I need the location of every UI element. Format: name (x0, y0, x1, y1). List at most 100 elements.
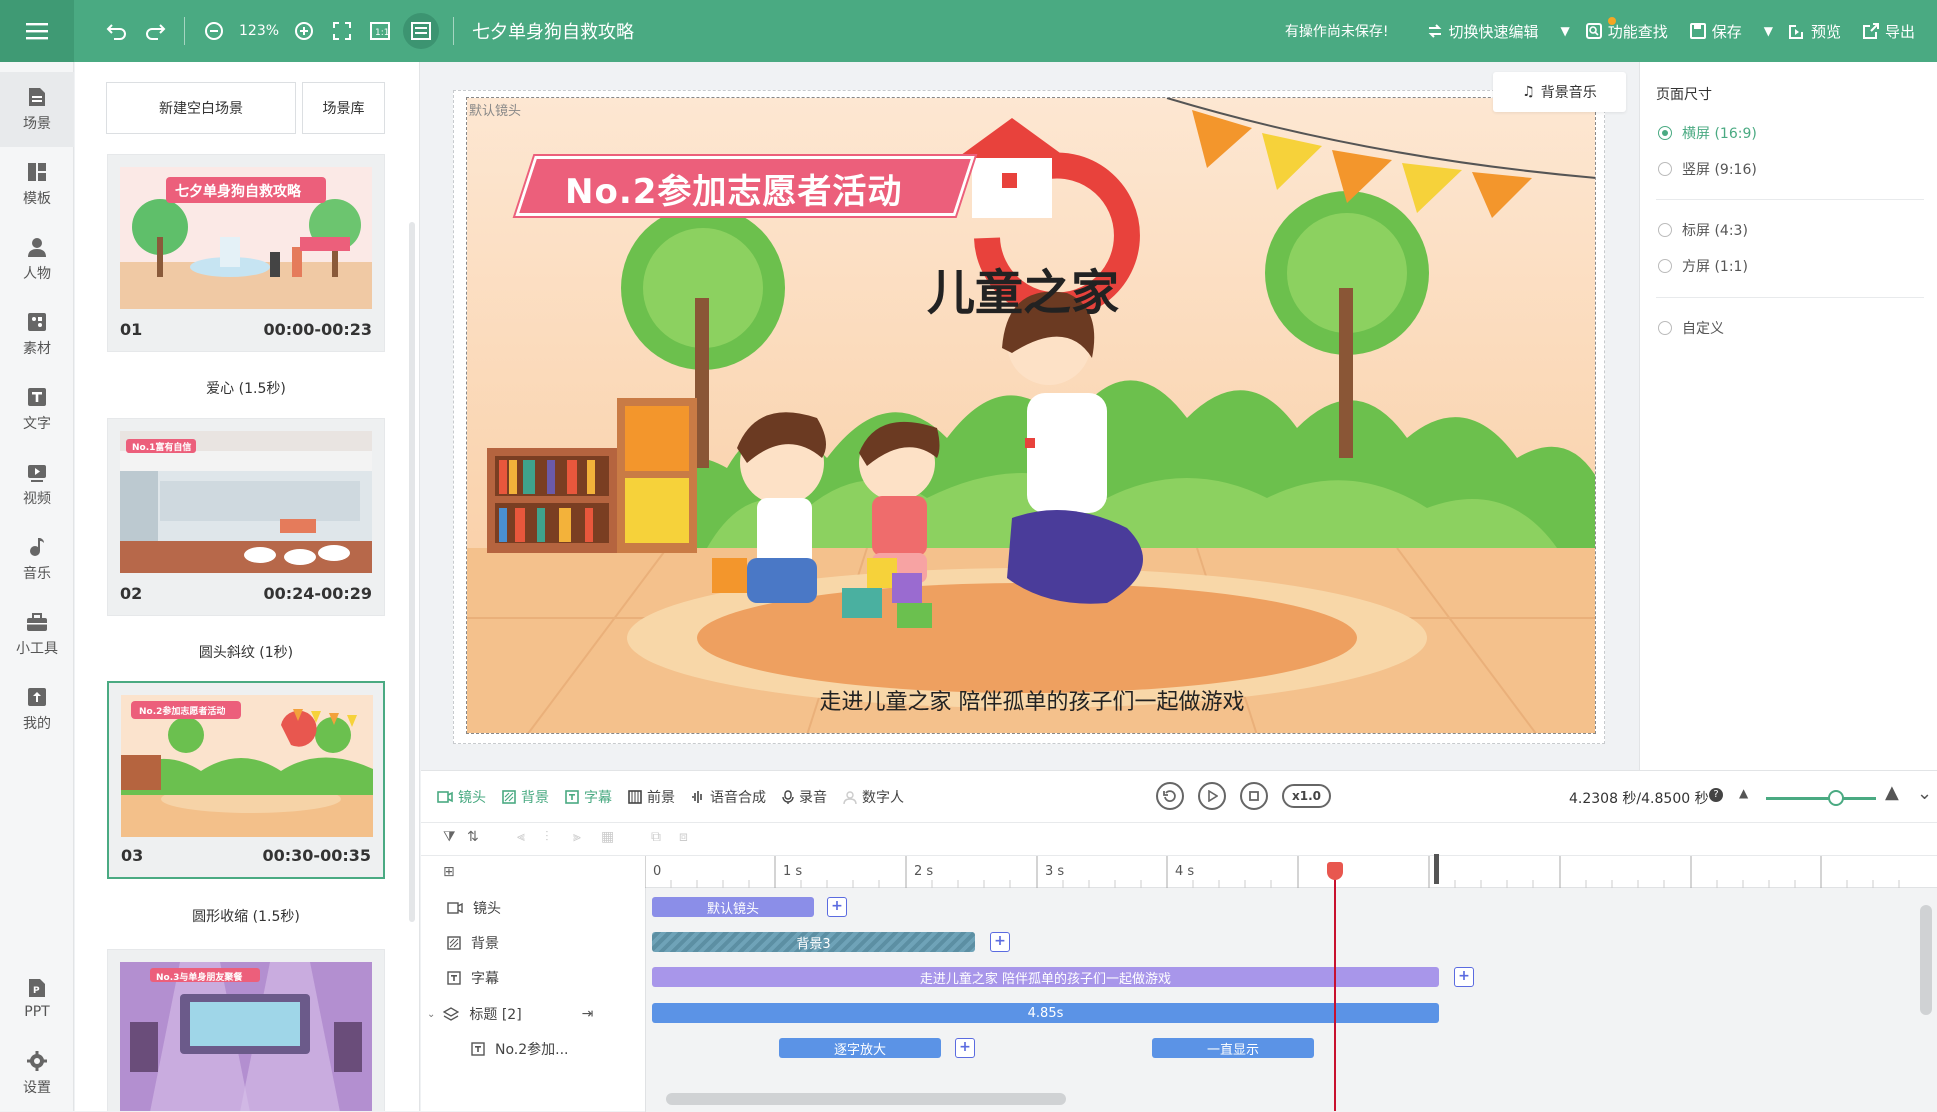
track-label-subtitle[interactable]: 字幕 (447, 968, 499, 988)
switch-edit-button[interactable]: 切换快速编辑 (1428, 21, 1538, 42)
mountain-large-icon[interactable]: ▲ (1885, 782, 1899, 803)
radio-square[interactable]: 方屏 (1:1) (1658, 256, 1748, 276)
distribute-icon[interactable]: ▦ (601, 829, 614, 845)
clip-always-show[interactable]: 一直显示 (1152, 1038, 1314, 1058)
filter-icon[interactable]: ⧩ (443, 829, 456, 845)
actual-size-icon[interactable]: 1:1 (365, 16, 395, 46)
layout-icon[interactable] (403, 13, 440, 49)
timeline-vertical-scrollbar[interactable] (1920, 905, 1932, 1015)
scene-card[interactable]: No.1富有自信 02 00:24-00:29 (107, 418, 385, 616)
background-music-button[interactable]: ♫ 背景音乐 (1493, 72, 1626, 112)
tab-tts[interactable]: 语音合成 (691, 787, 766, 807)
sort-icon[interactable]: ⇅ (467, 829, 479, 845)
radio-custom[interactable]: 自定义 (1658, 318, 1724, 338)
feature-search-button[interactable]: 功能查找 (1585, 16, 1668, 42)
scene-transition[interactable]: 圆头斜纹 (1秒) (107, 642, 385, 662)
nav-material[interactable]: 素材 (0, 297, 74, 372)
radio-standard[interactable]: 标屏 (4:3) (1658, 220, 1748, 240)
group-icon[interactable]: ⧉ (651, 829, 661, 845)
chevron-down-icon[interactable]: ⌄ (427, 1009, 435, 1020)
zoom-out-icon[interactable] (199, 16, 229, 46)
menu-icon[interactable] (0, 0, 74, 62)
scene-card[interactable]: No.3与单身朋友聚餐 (107, 949, 385, 1111)
clip-subtitle[interactable]: 走进儿童之家 陪伴孤单的孩子们一起做游戏 (652, 967, 1439, 987)
nav-mine[interactable]: 我的 (0, 672, 74, 747)
nav-text[interactable]: 文字 (0, 372, 74, 447)
document-title[interactable]: 七夕单身狗自救攻略 (472, 18, 634, 44)
add-effect-button[interactable]: + (955, 1038, 975, 1058)
help-icon[interactable]: ? (1709, 788, 1723, 802)
nav-ppt[interactable]: P PPT (0, 961, 74, 1036)
tab-lens[interactable]: 镜头 (437, 787, 486, 807)
scene-transition[interactable]: 爱心 (1.5秒) (107, 378, 385, 398)
redo-icon[interactable] (140, 16, 170, 46)
tab-subtitle[interactable]: 字幕 (565, 787, 612, 807)
save-button[interactable]: 保存 (1689, 21, 1742, 42)
zoom-in-icon[interactable] (289, 16, 319, 46)
add-background-button[interactable]: + (990, 932, 1010, 952)
scene-card[interactable]: 七夕单身狗自救攻略 01 00:00-00:23 (107, 154, 385, 352)
radio-button[interactable] (1658, 126, 1672, 140)
zoom-slider-knob[interactable] (1828, 790, 1844, 806)
align-left-icon[interactable]: ⫷ (517, 829, 525, 845)
nav-scene[interactable]: 场景 (0, 72, 74, 147)
time-ruler[interactable]: 0 1 s 2 s 3 s 4 s (645, 856, 1937, 888)
timeline-horizontal-scrollbar[interactable] (666, 1093, 1066, 1105)
track-label-lens[interactable]: 镜头 (447, 898, 501, 918)
scene-card-active[interactable]: No.2参加志愿者活动 03 00:30-00:35 (107, 681, 385, 879)
nav-person[interactable]: 人物 (0, 222, 74, 297)
align-right-icon[interactable]: ⫸ (573, 829, 581, 845)
mountain-small-icon[interactable]: ▲ (1739, 786, 1748, 800)
radio-portrait[interactable]: 竖屏 (9:16) (1658, 159, 1757, 179)
radio-button[interactable] (1658, 321, 1672, 335)
collapse-icon[interactable]: ⌄ (1917, 783, 1932, 804)
nav-video[interactable]: 视频 (0, 447, 74, 522)
play-icon[interactable] (1198, 782, 1226, 810)
playback-speed[interactable]: x1.0 (1282, 784, 1331, 808)
track-area[interactable]: 默认镜头 + 背景3 + 走进儿童之家 陪伴孤单的孩子们一起做游戏 + 4.85… (645, 888, 1937, 1112)
track-label-background[interactable]: 背景 (447, 933, 499, 953)
subtitle-text[interactable]: 走进儿童之家 陪伴孤单的孩子们一起做游戏 (467, 684, 1595, 716)
tab-digital-human[interactable]: 数字人 (843, 787, 904, 807)
radio-button[interactable] (1658, 162, 1672, 176)
radio-landscape[interactable]: 横屏 (16:9) (1658, 123, 1757, 143)
track-label-title-item[interactable]: No.2参加... (471, 1039, 569, 1059)
stop-icon[interactable] (1240, 782, 1268, 810)
exit-group-icon[interactable]: ⇥ (582, 1006, 594, 1022)
nav-settings[interactable]: 设置 (0, 1036, 74, 1111)
track-label-title-group[interactable]: ⌄ 标题 [2] ⇥ (427, 1004, 593, 1024)
fit-screen-icon[interactable] (327, 16, 357, 46)
clip-title-group[interactable]: 4.85s (652, 1003, 1439, 1023)
playhead[interactable] (1334, 862, 1336, 1111)
preview-button[interactable]: 预览 (1788, 21, 1841, 42)
scene-scrollbar[interactable] (409, 222, 415, 922)
clip-lens[interactable]: 默认镜头 (652, 897, 814, 917)
tab-record[interactable]: 录音 (782, 787, 827, 807)
tab-foreground[interactable]: 前景 (628, 787, 675, 807)
chevron-down-icon[interactable]: ▼ (1764, 24, 1773, 38)
clip-background[interactable]: 背景3 (652, 932, 975, 952)
clip-zoom-in[interactable]: 逐字放大 (779, 1038, 941, 1058)
stage-canvas[interactable]: No.2参加志愿者活动 儿童之家 走进儿童之家 陪伴孤单的孩子们一起做游戏 (466, 97, 1596, 734)
nav-toolbox[interactable]: 小工具 (0, 597, 74, 672)
nav-template[interactable]: 模板 (0, 147, 74, 222)
add-lens-button[interactable]: + (827, 897, 847, 917)
add-subtitle-button[interactable]: + (1454, 967, 1474, 987)
new-blank-scene-button[interactable]: 新建空白场景 (106, 82, 296, 134)
chevron-down-icon[interactable]: ▼ (1560, 24, 1569, 38)
radio-button[interactable] (1658, 223, 1672, 237)
undo-icon[interactable] (102, 16, 132, 46)
align-center-icon[interactable]: ⫶ (545, 829, 549, 845)
nav-music[interactable]: 音乐 (0, 522, 74, 597)
scene-transition[interactable]: 圆形收缩 (1.5秒) (107, 906, 385, 926)
radio-button[interactable] (1658, 259, 1672, 273)
replay-icon[interactable] (1156, 782, 1184, 810)
zoom-slider[interactable] (1766, 797, 1876, 800)
grid-icon[interactable]: ⊞ (443, 864, 455, 880)
scene-library-button[interactable]: 场景库 (302, 82, 385, 134)
tab-background[interactable]: 背景 (502, 787, 549, 807)
playhead-handle[interactable] (1327, 862, 1343, 880)
timeline-end-marker[interactable] (1434, 854, 1439, 884)
export-button[interactable]: 导出 (1862, 21, 1915, 42)
ungroup-icon[interactable]: ⧈ (679, 829, 688, 845)
